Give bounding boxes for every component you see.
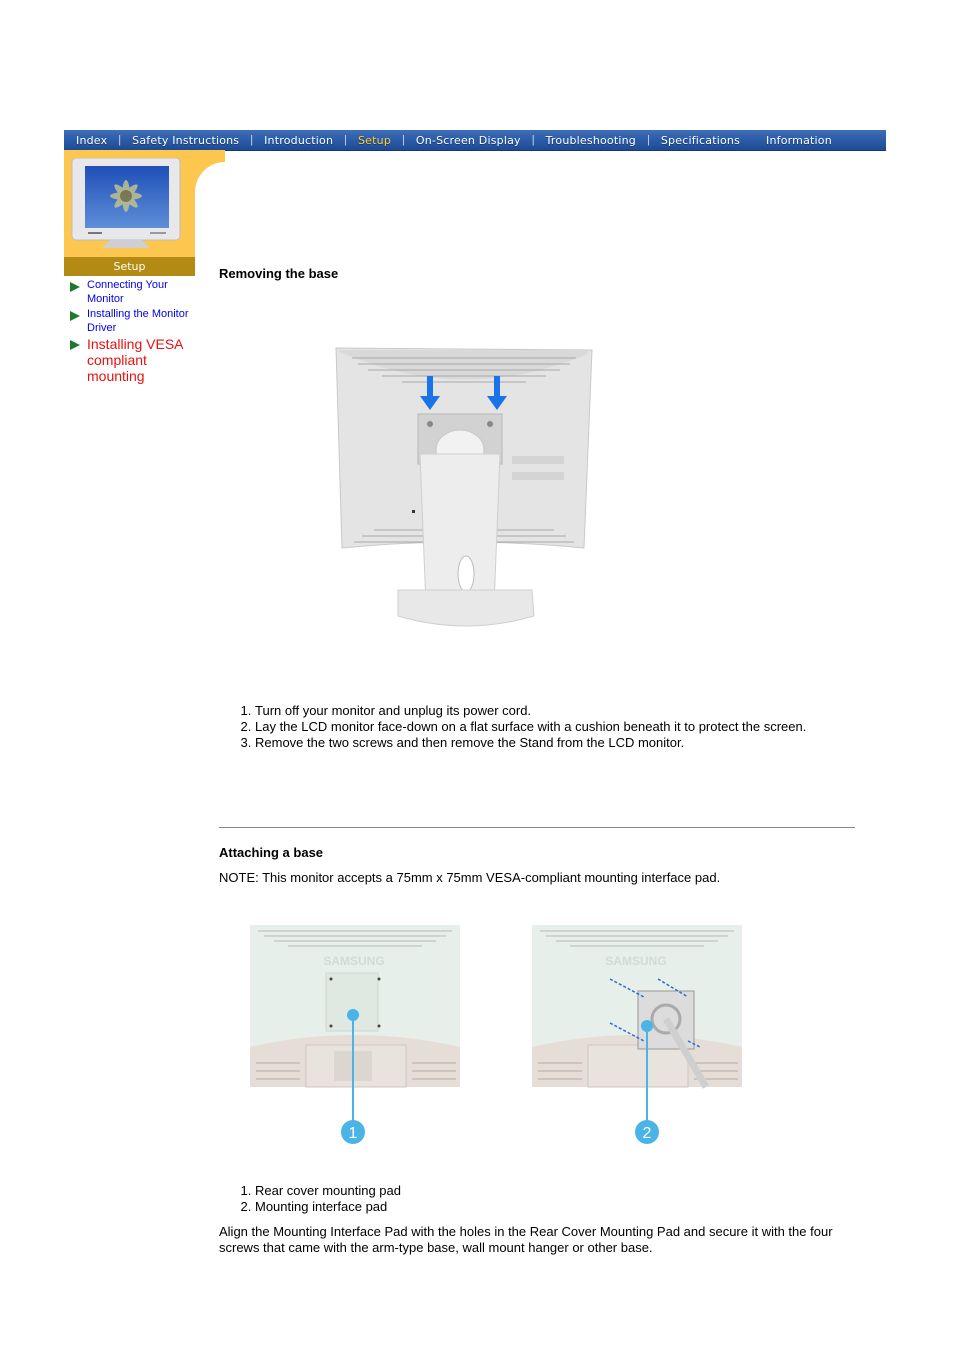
brand-watermark: SAMSUNG (605, 954, 666, 968)
sidebar-item-installing-monitor-driver[interactable]: Installing the Monitor Driver (70, 307, 200, 335)
part-item: Rear cover mounting pad (255, 1183, 839, 1199)
nav-safety-instructions[interactable]: Safety Instructions (132, 134, 239, 147)
step-item: Remove the two screws and then remove th… (255, 735, 839, 751)
callout-1: 1 (349, 1125, 358, 1142)
part-item: Mounting interface pad (255, 1199, 839, 1215)
sidebar-item-installing-vesa-mounting[interactable]: Installing VESA compliant mounting (70, 336, 200, 384)
attaching-base-heading: Attaching a base (219, 845, 324, 860)
nav-separator: | (250, 134, 254, 146)
step-item: Lay the LCD monitor face-down on a flat … (255, 719, 839, 735)
triangle-bullet-icon (70, 282, 80, 292)
sidebar-section-label: Setup (64, 257, 195, 276)
nav-separator: | (647, 134, 650, 146)
section-divider (219, 827, 855, 828)
nav-separator: | (402, 134, 405, 146)
monitor-rear-stand-image (335, 347, 593, 627)
step-item: Turn off your monitor and unplug its pow… (255, 703, 839, 719)
nav-introduction[interactable]: Introduction (264, 134, 333, 147)
removing-steps: Turn off your monitor and unplug its pow… (219, 703, 839, 751)
sidebar-header-curve (195, 150, 255, 362)
nav-troubleshooting[interactable]: Troubleshooting (546, 134, 636, 147)
sidebar-item-label[interactable]: Installing VESA compliant mounting (87, 336, 197, 384)
sidebar-item-connecting-your-monitor[interactable]: Connecting Your Monitor (70, 278, 200, 306)
nav-index[interactable]: Index (76, 134, 107, 147)
sidebar-item-label[interactable]: Installing the Monitor Driver (87, 307, 197, 335)
nav-separator: | (118, 134, 122, 146)
top-nav: Index | Safety Instructions | Introducti… (64, 130, 886, 151)
triangle-bullet-icon (70, 311, 80, 321)
callout-2: 2 (643, 1125, 652, 1142)
nav-on-screen-display[interactable]: On-Screen Display (416, 134, 521, 147)
sidebar-item-label[interactable]: Connecting Your Monitor (87, 278, 197, 306)
brand-watermark: SAMSUNG (323, 954, 384, 968)
vesa-note: NOTE: This monitor accepts a 75mm x 75mm… (219, 870, 721, 885)
removing-base-heading: Removing the base (219, 266, 339, 281)
crt-monitor-image (71, 158, 181, 248)
sidebar-nav: Connecting Your Monitor Installing the M… (70, 278, 200, 385)
nav-information[interactable]: Information (766, 134, 832, 147)
mounting-interface-pad-image: SAMSUNG 2 (532, 925, 742, 1144)
instructions-paragraph: Align the Mounting Interface Pad with th… (219, 1224, 833, 1255)
parts-list: Rear cover mounting pad Mounting interfa… (219, 1183, 839, 1215)
nav-separator: | (531, 134, 535, 146)
nav-setup[interactable]: Setup (358, 134, 391, 147)
nav-separator: | (344, 134, 347, 146)
rear-cover-mounting-pad-image: SAMSUNG 1 (250, 925, 460, 1144)
triangle-bullet-icon (70, 340, 80, 350)
nav-specifications[interactable]: Specifications (661, 134, 740, 147)
